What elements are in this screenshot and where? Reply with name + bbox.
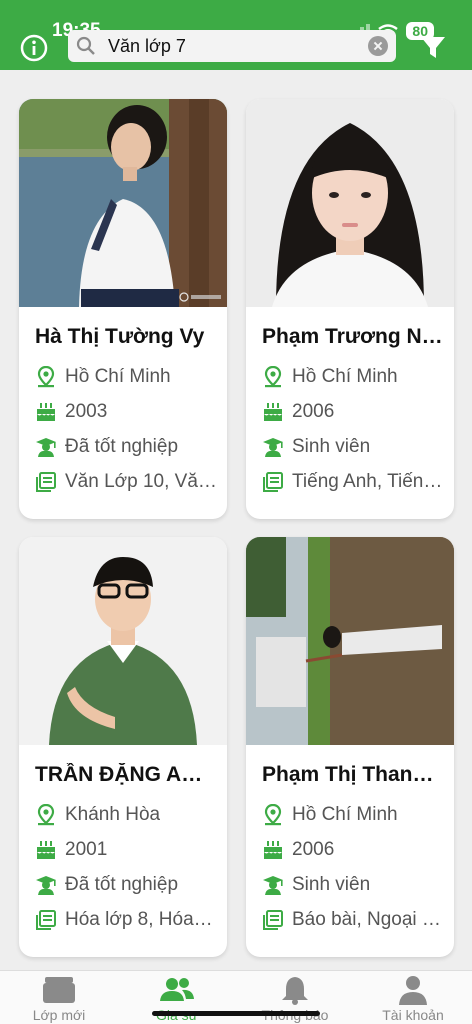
education-row: Sinh viên bbox=[262, 433, 444, 461]
location-pin-icon bbox=[264, 804, 282, 826]
graduation-cap-icon bbox=[263, 876, 283, 895]
subjects-row: Văn Lớp 10, Văn lớp 7 bbox=[35, 468, 217, 496]
tab-label: Tài khoản bbox=[382, 1007, 444, 1023]
location-row: Hồ Chí Minh bbox=[262, 801, 444, 829]
education-row: Đã tốt nghiệp bbox=[35, 433, 217, 461]
tutor-education: Sinh viên bbox=[292, 436, 371, 457]
tutor-photo bbox=[19, 99, 227, 307]
clear-search-icon[interactable] bbox=[368, 36, 388, 56]
birthday-cake-icon bbox=[37, 841, 55, 859]
subjects-row: Tiếng Anh, Tiếng Việt bbox=[262, 468, 444, 496]
tutor-card[interactable]: TRẦN ĐẶNG ANH KHOA Khánh Hòa 2001 Đã tốt… bbox=[19, 537, 227, 957]
filter-icon[interactable] bbox=[420, 34, 446, 60]
subjects-row: Báo bài, Ngoại ngữ bbox=[262, 906, 444, 934]
tutor-birth-year: 2006 bbox=[292, 401, 335, 422]
tutor-photo bbox=[246, 99, 454, 307]
subjects-book-icon bbox=[36, 472, 56, 492]
location-row: Hồ Chí Minh bbox=[262, 363, 444, 391]
tab-thong-bao[interactable]: Thông báo bbox=[236, 971, 354, 1024]
tutor-location: Khánh Hòa bbox=[65, 804, 161, 825]
tutor-name: Phạm Trương Ngọc Hân bbox=[262, 325, 444, 348]
tutor-birth-year: 2006 bbox=[292, 839, 335, 860]
tab-lop-moi[interactable]: Lớp mới bbox=[0, 971, 118, 1024]
tutor-card[interactable]: Hà Thị Tường Vy Hồ Chí Minh 2003 Đã tốt … bbox=[19, 99, 227, 519]
tutor-subjects: Báo bài, Ngoại ngữ bbox=[292, 909, 444, 930]
tutor-photo bbox=[19, 537, 227, 745]
birthday-cake-icon bbox=[264, 403, 282, 421]
location-pin-icon bbox=[264, 366, 282, 388]
home-indicator bbox=[152, 1011, 320, 1016]
graduation-cap-icon bbox=[36, 876, 56, 895]
tutor-subjects: Hóa lớp 8, Hóa lớp 9 bbox=[65, 909, 217, 930]
location-pin-icon bbox=[37, 366, 55, 388]
birth-year-row: 2006 bbox=[262, 398, 444, 426]
birthday-cake-icon bbox=[264, 841, 282, 859]
subjects-book-icon bbox=[36, 910, 56, 930]
tutor-name: Phạm Thị Thanh Tâm bbox=[262, 763, 444, 786]
tutor-subjects: Tiếng Anh, Tiếng Việt bbox=[292, 471, 444, 492]
tutor-location: Hồ Chí Minh bbox=[292, 804, 398, 825]
birth-year-row: 2006 bbox=[262, 836, 444, 864]
tab-label: Lớp mới bbox=[32, 1007, 86, 1023]
tutor-education: Sinh viên bbox=[292, 874, 371, 895]
search-bar[interactable]: Văn lớp 7 bbox=[68, 30, 396, 62]
subjects-book-icon bbox=[263, 910, 283, 930]
subjects-row: Hóa lớp 8, Hóa lớp 9 bbox=[35, 906, 217, 934]
tutor-birth-year: 2001 bbox=[65, 839, 108, 860]
birth-year-row: 2003 bbox=[35, 398, 217, 426]
location-pin-icon bbox=[37, 804, 55, 826]
app-header: 19:35 80 Văn lớp 7 bbox=[0, 0, 472, 70]
search-icon bbox=[76, 36, 95, 55]
tutor-location: Hồ Chí Minh bbox=[292, 366, 398, 387]
subjects-book-icon bbox=[263, 472, 283, 492]
graduation-cap-icon bbox=[263, 438, 283, 457]
tutor-location: Hồ Chí Minh bbox=[65, 366, 171, 387]
tutor-card[interactable]: Phạm Trương Ngọc Hân Hồ Chí Minh 2006 Si… bbox=[246, 99, 454, 519]
education-row: Sinh viên bbox=[262, 871, 444, 899]
birthday-cake-icon bbox=[37, 403, 55, 421]
tab-gia-su[interactable]: Gia sư bbox=[118, 971, 236, 1024]
birth-year-row: 2001 bbox=[35, 836, 217, 864]
tutor-name: TRẦN ĐẶNG ANH KHOA bbox=[35, 763, 217, 786]
bell-icon bbox=[282, 977, 308, 1005]
info-icon[interactable] bbox=[20, 34, 48, 62]
tutor-photo bbox=[246, 537, 454, 745]
tutors-icon bbox=[160, 978, 194, 1001]
snapedit-watermark-logo bbox=[179, 292, 221, 302]
tutor-card[interactable]: Phạm Thị Thanh Tâm Hồ Chí Minh 2006 Sinh… bbox=[246, 537, 454, 957]
search-input[interactable]: Văn lớp 7 bbox=[108, 36, 368, 57]
graduation-cap-icon bbox=[36, 438, 56, 457]
account-icon bbox=[399, 976, 427, 1005]
tutor-birth-year: 2003 bbox=[65, 401, 108, 422]
classes-icon bbox=[43, 977, 75, 1003]
tab-tai-khoan[interactable]: Tài khoản bbox=[354, 971, 472, 1024]
tutor-education: Đã tốt nghiệp bbox=[65, 874, 179, 895]
location-row: Hồ Chí Minh bbox=[35, 363, 217, 391]
tutor-name: Hà Thị Tường Vy bbox=[35, 325, 205, 348]
education-row: Đã tốt nghiệp bbox=[35, 871, 217, 899]
tutor-subjects: Văn Lớp 10, Văn lớp 7 bbox=[65, 471, 217, 492]
location-row: Khánh Hòa bbox=[35, 801, 217, 829]
tutor-education: Đã tốt nghiệp bbox=[65, 436, 179, 457]
